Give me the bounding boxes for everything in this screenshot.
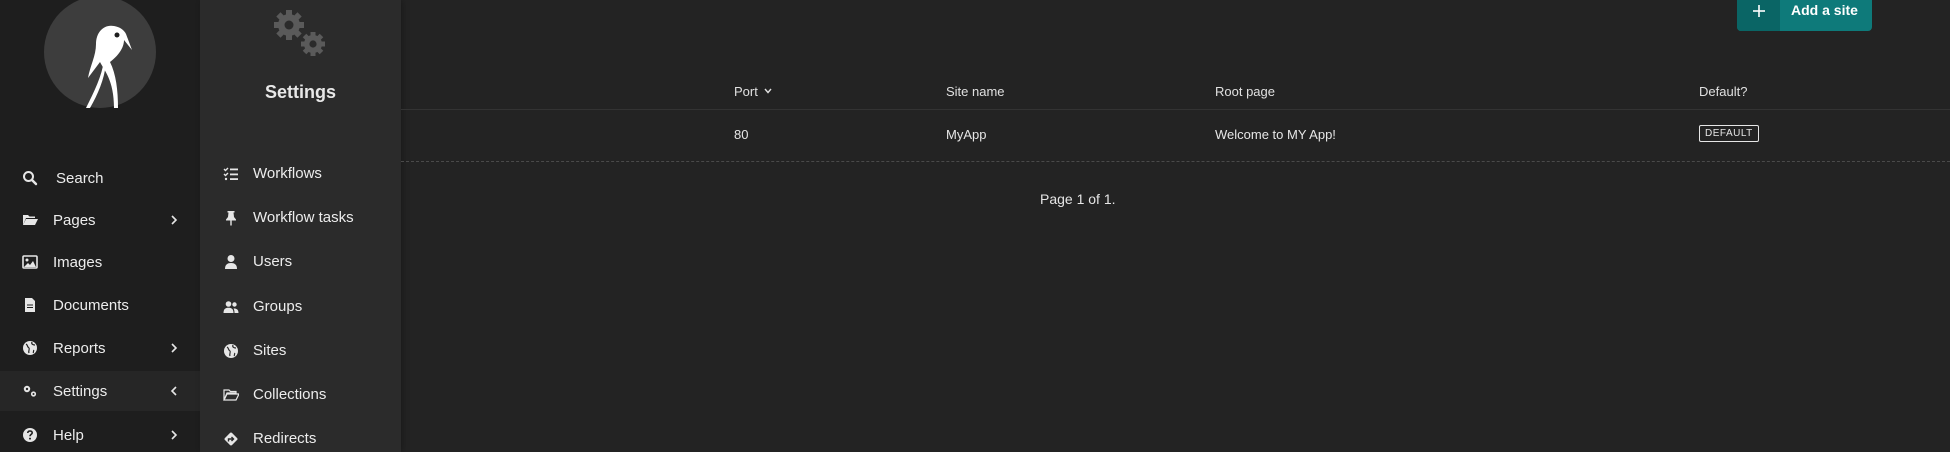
- redirect-icon: [224, 432, 238, 446]
- submenu-item-groups[interactable]: Groups: [200, 287, 401, 327]
- sidebar-item-reports[interactable]: Reports: [0, 328, 200, 368]
- add-site-label: Add a site: [1791, 2, 1858, 18]
- submenu-item-sites[interactable]: Sites: [200, 331, 401, 371]
- globe-icon: [224, 344, 238, 358]
- submenu-item-label: Users: [253, 253, 293, 270]
- cell-site-name[interactable]: MyApp: [946, 127, 986, 142]
- submenu-item-label: Redirects: [253, 430, 317, 447]
- wagtail-logo[interactable]: [44, 0, 156, 108]
- sidebar-item-label: Reports: [53, 339, 106, 357]
- submenu-item-label: Sites: [253, 342, 287, 359]
- settings-submenu: Settings Workflows Workflow tasks Users: [200, 0, 401, 452]
- chevron-right-icon: [171, 343, 178, 353]
- chevron-left-icon: [170, 386, 177, 396]
- chevron-right-icon: [171, 430, 178, 440]
- pagination-status: Page 1 of 1.: [1040, 191, 1116, 207]
- tasks-icon: [223, 167, 238, 181]
- thumbtack-icon: [226, 211, 236, 226]
- column-header-label: Port: [734, 84, 758, 99]
- sidebar-item-label: Settings: [53, 382, 108, 400]
- sidebar-item-label: Search: [56, 169, 104, 187]
- cogs-icon: [274, 10, 325, 56]
- column-header-site-name: Site name: [946, 84, 1005, 99]
- submenu-item-users[interactable]: Users: [200, 242, 401, 282]
- column-header-root-page: Root page: [1215, 84, 1275, 99]
- sidebar-item-label: Documents: [53, 296, 129, 314]
- user-icon: [225, 255, 237, 269]
- sidebar-item-settings[interactable]: Settings: [0, 371, 200, 411]
- default-badge: DEFAULT: [1699, 125, 1759, 142]
- main-sidebar: Search Pages Images Documents Reports Se…: [0, 0, 200, 452]
- sidebar-item-documents[interactable]: Documents: [0, 285, 200, 325]
- submenu-item-workflow-tasks[interactable]: Workflow tasks: [200, 198, 401, 238]
- sidebar-item-pages[interactable]: Pages: [0, 200, 200, 240]
- sidebar-item-label: Pages: [53, 211, 96, 229]
- cell-root-page[interactable]: Welcome to MY App!: [1215, 127, 1336, 142]
- submenu-item-label: Collections: [253, 386, 327, 403]
- table-header-divider: [401, 109, 1950, 110]
- submenu-item-label: Workflows: [253, 165, 322, 182]
- column-header-default: Default?: [1699, 84, 1748, 99]
- globe-icon: [23, 341, 37, 355]
- image-icon: [22, 255, 38, 269]
- folder-open-icon: [23, 215, 38, 225]
- sidebar-item-label: Help: [53, 426, 84, 444]
- column-header-port[interactable]: Port: [734, 84, 773, 99]
- cell-port[interactable]: 80: [734, 127, 748, 142]
- sidebar-item-help[interactable]: Help: [0, 415, 200, 452]
- submenu-title: Settings: [264, 82, 336, 102]
- plus-icon: [1737, 0, 1780, 31]
- submenu-item-workflows[interactable]: Workflows: [200, 154, 401, 194]
- submenu-item-label: Groups: [253, 298, 303, 315]
- chevron-right-icon: [171, 215, 178, 225]
- sidebar-item-label: Images: [53, 253, 103, 271]
- group-icon: [223, 301, 239, 313]
- sidebar-item-images[interactable]: Images: [0, 242, 200, 282]
- add-site-button[interactable]: Add a site: [1737, 0, 1872, 31]
- sort-down-icon: [764, 88, 773, 94]
- folder-open-icon: [223, 389, 239, 401]
- help-icon: [23, 428, 37, 442]
- submenu-item-collections[interactable]: Collections: [200, 375, 401, 415]
- table-row-divider: [401, 161, 1950, 162]
- search-icon: [23, 171, 38, 186]
- document-icon: [25, 298, 35, 312]
- cogs-icon: [23, 385, 37, 397]
- submenu-item-redirects[interactable]: Redirects: [200, 419, 401, 452]
- sidebar-item-search[interactable]: Search: [0, 158, 200, 198]
- submenu-item-label: Workflow tasks: [253, 209, 354, 226]
